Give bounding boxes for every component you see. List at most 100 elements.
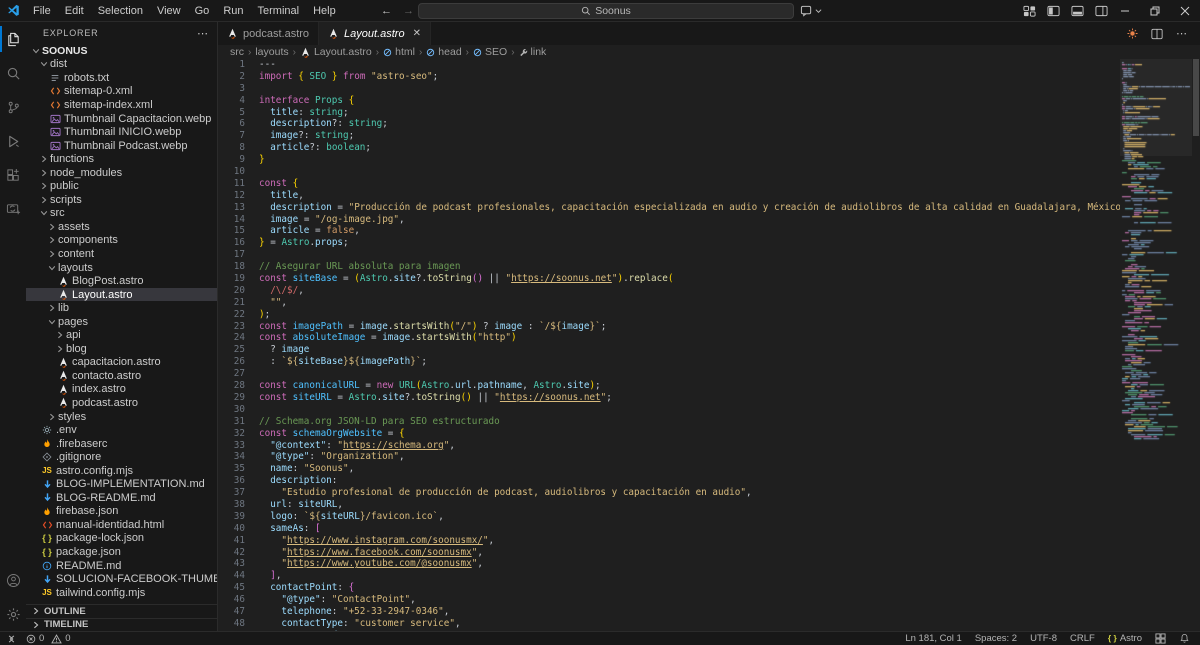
close-button[interactable] [1170,0,1200,22]
line-number[interactable]: 15 [218,225,245,237]
line-number[interactable]: 18 [218,261,245,273]
line-number[interactable]: 30 [218,404,245,416]
tree-folder-dist[interactable]: dist [26,58,217,72]
tree-folder-scripts[interactable]: scripts [26,193,217,207]
line-number[interactable]: 2 [218,71,245,83]
tree-file-package-lock.json[interactable]: { }package-lock.json [26,532,217,546]
tree-folder-functions[interactable]: functions [26,152,217,166]
line-number[interactable]: 29 [218,392,245,404]
outline-section[interactable]: OUTLINE [26,604,217,618]
minimap[interactable] [1120,59,1192,631]
minimize-button[interactable] [1110,0,1140,22]
tree-file-blogpost.astro[interactable]: BlogPost.astro [26,274,217,288]
breadcrumb-item-layouts[interactable]: layouts [255,46,288,58]
line-number[interactable]: 22 [218,309,245,321]
split-editor-icon[interactable] [1151,28,1163,40]
line-number[interactable]: 24 [218,332,245,344]
status-item-utf-8[interactable]: UTF-8 [1030,633,1057,644]
extensions-icon[interactable] [0,158,26,192]
bell-icon[interactable] [1179,633,1190,644]
line-number[interactable]: 19 [218,273,245,285]
tree-file-firebase.json[interactable]: firebase.json [26,505,217,519]
line-number[interactable]: 33 [218,440,245,452]
more-actions-icon[interactable]: ⋯ [197,27,209,40]
line-number[interactable]: 11 [218,178,245,190]
tree-folder-api[interactable]: api [26,328,217,342]
breadcrumb-item-seo[interactable]: SEO [473,46,507,58]
close-icon[interactable]: ✕ [413,28,421,39]
tree-file-sitemap-index.xml[interactable]: sitemap-index.xml [26,98,217,112]
line-number[interactable]: 25 [218,344,245,356]
tree-file-podcast.astro[interactable]: podcast.astro [26,396,217,410]
line-number[interactable]: 16 [218,237,245,249]
layout-grid-icon[interactable] [1155,633,1166,644]
search-icon[interactable] [0,56,26,90]
line-number[interactable]: 14 [218,214,245,226]
toggle-sidebar-icon[interactable] [1047,5,1060,17]
tree-file-astro.config.mjs[interactable]: JSastro.config.mjs [26,464,217,478]
status-item-spaces-2[interactable]: Spaces: 2 [975,633,1017,644]
status-item-crlf[interactable]: CRLF [1070,633,1095,644]
tree-folder-node-modules[interactable]: node_modules [26,166,217,180]
line-number[interactable]: 4 [218,95,245,107]
restore-button[interactable] [1140,0,1170,22]
line-number[interactable]: 37 [218,487,245,499]
tree-file-manual-identidad.html[interactable]: manual-identidad.html [26,518,217,532]
chat-dropdown-button[interactable] [800,3,822,19]
line-number[interactable]: 47 [218,606,245,618]
minimap-viewport[interactable] [1120,59,1192,156]
line-number[interactable]: 46 [218,594,245,606]
tree-file-package.json[interactable]: { }package.json [26,545,217,559]
tab-podcast-astro[interactable]: podcast.astro [218,22,319,45]
line-number[interactable]: 31 [218,416,245,428]
line-number[interactable]: 7 [218,130,245,142]
status-item-astro[interactable]: { }Astro [1108,633,1142,644]
menu-item-help[interactable]: Help [306,0,343,22]
tree-folder-blog[interactable]: blog [26,342,217,356]
line-number[interactable]: 38 [218,499,245,511]
line-number[interactable]: 48 [218,618,245,630]
menu-item-run[interactable]: Run [216,0,250,22]
breadcrumb-item-html[interactable]: html [383,46,415,58]
tree-file-.gitignore[interactable]: .gitignore [26,450,217,464]
tree-file-capacitacion.astro[interactable]: capacitacion.astro [26,356,217,370]
line-number[interactable]: 8 [218,142,245,154]
remote-indicator[interactable] [6,634,17,644]
line-number[interactable]: 3 [218,83,245,95]
tree-file-readme.md[interactable]: README.md [26,559,217,573]
toggle-secondary-sidebar-icon[interactable] [1095,5,1108,17]
menu-item-file[interactable]: File [26,0,58,22]
account-icon[interactable] [0,563,26,597]
more-actions-icon[interactable]: ⋯ [1176,27,1188,40]
tree-file-robots.txt[interactable]: robots.txt [26,71,217,85]
tree-folder-soonus[interactable]: SOONUS [26,44,217,58]
tree-file-.env[interactable]: .env [26,423,217,437]
tree-folder-lib[interactable]: lib [26,301,217,315]
menu-item-terminal[interactable]: Terminal [251,0,307,22]
tab-layout-astro[interactable]: Layout.astro✕ [319,22,431,45]
breadcrumb-item-layout-astro[interactable]: Layout.astro [300,46,372,58]
tree-folder-components[interactable]: components [26,234,217,248]
tree-file-index.astro[interactable]: index.astro [26,383,217,397]
line-number[interactable]: 43 [218,558,245,570]
menu-item-go[interactable]: Go [188,0,217,22]
starburst-icon[interactable] [1127,28,1138,39]
tree-file-contacto.astro[interactable]: contacto.astro [26,369,217,383]
files-icon[interactable] [0,22,26,56]
line-number[interactable]: 32 [218,428,245,440]
line-number[interactable]: 40 [218,523,245,535]
line-number[interactable]: 35 [218,463,245,475]
line-number[interactable]: 21 [218,297,245,309]
line-number[interactable]: 39 [218,511,245,523]
line-number[interactable]: 44 [218,570,245,582]
nav-forward-button[interactable]: → [403,5,414,17]
tree-folder-src[interactable]: src [26,207,217,221]
line-number[interactable]: 6 [218,118,245,130]
line-number[interactable]: 5 [218,107,245,119]
scrollbar-thumb[interactable] [1193,59,1199,136]
tree-file-layout.astro[interactable]: Layout.astro [26,288,217,302]
tree-file-blog-readme.md[interactable]: BLOG-README.md [26,491,217,505]
line-number[interactable]: 10 [218,166,245,178]
line-number[interactable]: 17 [218,249,245,261]
customize-layout-icon[interactable] [1023,5,1036,17]
